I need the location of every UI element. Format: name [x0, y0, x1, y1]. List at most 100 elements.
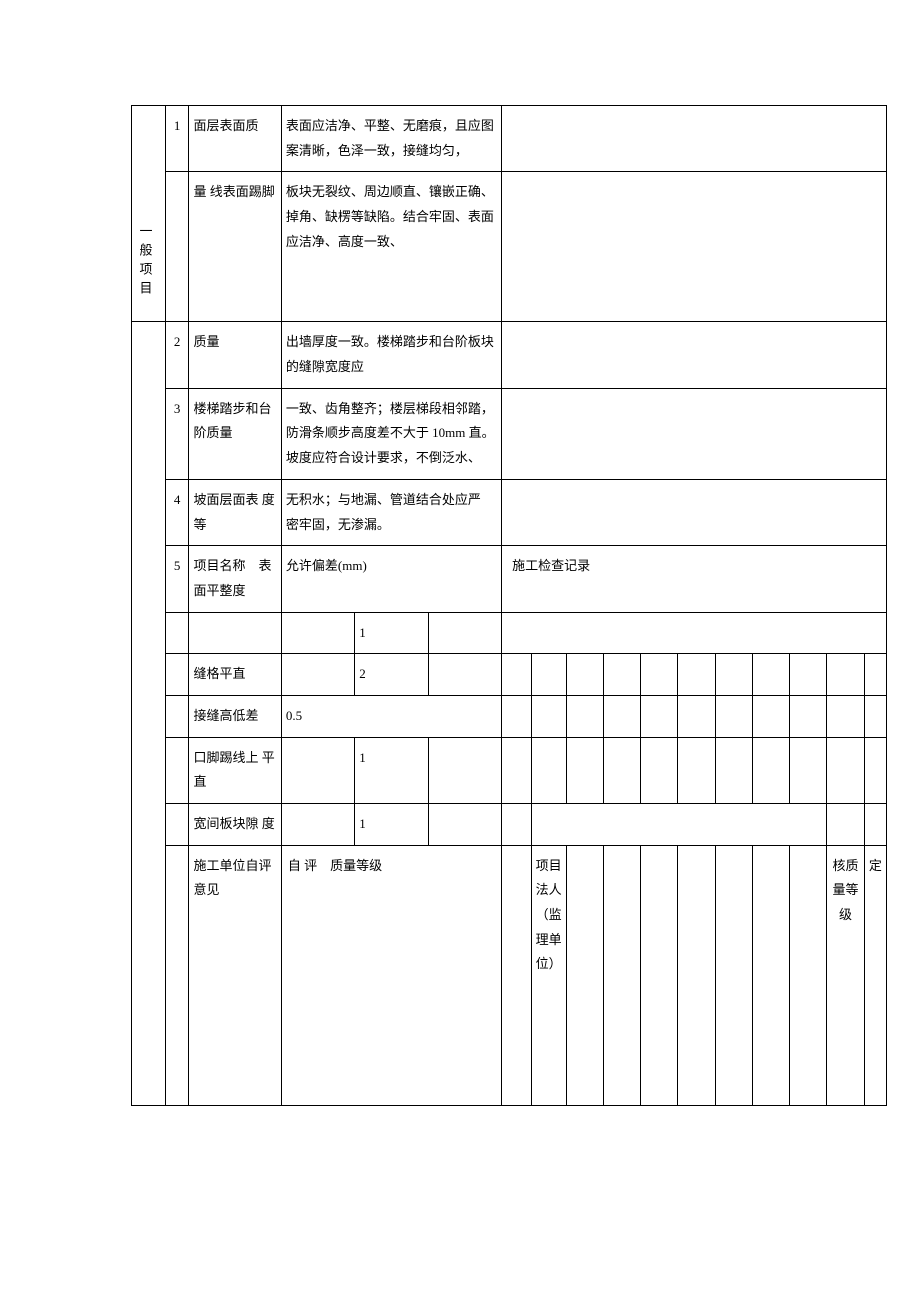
item-desc: 表面应洁净、平整、无磨痕，且应图案清晰，色泽一致，接缝均匀，	[281, 106, 501, 172]
row-num	[165, 172, 189, 322]
g3	[566, 695, 603, 737]
dev-c1	[281, 612, 354, 654]
item-name: 坡面层面表 度等	[189, 479, 281, 545]
row-num: 1	[165, 106, 189, 172]
blank-cell	[165, 845, 189, 1105]
g2	[531, 695, 566, 737]
dev-name: 口脚踢线上 平直	[189, 737, 281, 803]
g2	[531, 654, 566, 696]
g4	[603, 695, 640, 737]
blank-cell	[165, 612, 189, 654]
g2	[531, 737, 566, 803]
inspection-table: 1 面层表面质 表面应洁净、平整、无磨痕，且应图案清晰，色泽一致，接缝均匀， 量…	[131, 105, 887, 1106]
item-name: 质量	[189, 322, 281, 388]
g7	[715, 654, 752, 696]
g5	[641, 737, 678, 803]
row-4: 4 坡面层面表 度等 无积水；与地漏、管道结合处应严 密牢固，无渗漏。	[132, 479, 887, 545]
g3	[566, 737, 603, 803]
dev-c3	[428, 612, 501, 654]
g7	[715, 845, 752, 1105]
item-name: 量 线表面踢脚	[189, 172, 281, 322]
row-num: 4	[165, 479, 189, 545]
g11	[864, 695, 886, 737]
g10	[827, 804, 865, 846]
g10	[827, 695, 865, 737]
verify-grade-left: 核质量等级	[827, 845, 865, 1105]
g7	[715, 695, 752, 737]
blank-cell	[502, 172, 887, 322]
g6	[678, 845, 715, 1105]
dev-row-1: 缝格平直 2	[132, 654, 887, 696]
g9	[790, 845, 827, 1105]
blank-cell	[165, 737, 189, 803]
blank-cell	[502, 322, 887, 388]
dev-c3	[428, 654, 501, 696]
g5	[641, 695, 678, 737]
bottom-row: 施工单位自评意见 自 评 质量等级 项目法人（监理单位） 核质量等级 定	[132, 845, 887, 1105]
item-desc: 一致、齿角整齐；楼层梯段相邻踏，防滑条顺步高度差不大于 10mm 直。坡度应符合…	[281, 388, 501, 479]
dev-row-0: 1	[132, 612, 887, 654]
dev-name	[189, 612, 281, 654]
g8	[752, 737, 789, 803]
g4	[603, 654, 640, 696]
self-eval-label: 自 评 质量等级	[281, 845, 501, 1105]
item-desc: 无积水；与地漏、管道结合处应严 密牢固，无渗漏。	[281, 479, 501, 545]
row-num: 2	[165, 322, 189, 388]
row-2: 一般项目 2 质量 出墙厚度一致。楼梯踏步和台阶板块的缝隙宽度应	[132, 322, 887, 388]
g6	[678, 737, 715, 803]
section-label-upper	[132, 106, 166, 322]
row-1b: 量 线表面踢脚 板块无裂纹、周边顺直、镶嵌正确、掉角、缺楞等缺陷。结合牢固、表面…	[132, 172, 887, 322]
g9	[790, 654, 827, 696]
section-label: 一般项目	[132, 322, 166, 1105]
g1	[502, 804, 531, 846]
row-3: 3 楼梯踏步和台阶质量 一致、齿角整齐；楼层梯段相邻踏，防滑条顺步高度差不大于 …	[132, 388, 887, 479]
g6	[678, 654, 715, 696]
dev-row-4: 宽间板块隙 度 1	[132, 804, 887, 846]
g8	[752, 845, 789, 1105]
item-name: 面层表面质	[189, 106, 281, 172]
owner-supervisor: 项目法人（监理单位）	[531, 845, 566, 1105]
row-num: 3	[165, 388, 189, 479]
item-name: 楼梯踏步和台阶质量	[189, 388, 281, 479]
g10	[827, 737, 865, 803]
row-num: 5	[165, 546, 189, 612]
blank-cell	[165, 695, 189, 737]
g1	[502, 737, 531, 803]
dev-c3	[428, 737, 501, 803]
dev-row-2: 接缝高低差 0.5	[132, 695, 887, 737]
dev-full: 0.5	[281, 695, 501, 737]
g9	[790, 695, 827, 737]
g1	[502, 695, 531, 737]
self-eval-name: 施工单位自评意见	[189, 845, 281, 1105]
item-name: 项目名称 表面平整度	[189, 546, 281, 612]
g3	[566, 845, 603, 1105]
g11	[864, 654, 886, 696]
dev-c2: 2	[355, 654, 429, 696]
deviation-header: 允许偏差(mm)	[281, 546, 501, 612]
g7	[715, 737, 752, 803]
row-5: 5 项目名称 表面平整度 允许偏差(mm) 施工检查记录	[132, 546, 887, 612]
dev-c1	[281, 654, 354, 696]
blank-cell	[502, 479, 887, 545]
dev-c2: 1	[355, 804, 429, 846]
g11	[864, 737, 886, 803]
g-wide	[531, 804, 827, 846]
dev-c2: 1	[355, 612, 429, 654]
g8	[752, 654, 789, 696]
item-desc: 出墙厚度一致。楼梯踏步和台阶板块的缝隙宽度应	[281, 322, 501, 388]
dev-name: 宽间板块隙 度	[189, 804, 281, 846]
verify-grade-right: 定	[864, 845, 886, 1105]
g5	[641, 654, 678, 696]
g4	[603, 737, 640, 803]
g1	[502, 654, 531, 696]
g5	[641, 845, 678, 1105]
dev-c1	[281, 804, 354, 846]
blank-cell	[502, 106, 887, 172]
blank-cell	[502, 388, 887, 479]
dev-c2: 1	[355, 737, 429, 803]
g6	[678, 695, 715, 737]
blank-cell	[165, 654, 189, 696]
g1	[502, 845, 531, 1105]
g9	[790, 737, 827, 803]
dev-c1	[281, 737, 354, 803]
